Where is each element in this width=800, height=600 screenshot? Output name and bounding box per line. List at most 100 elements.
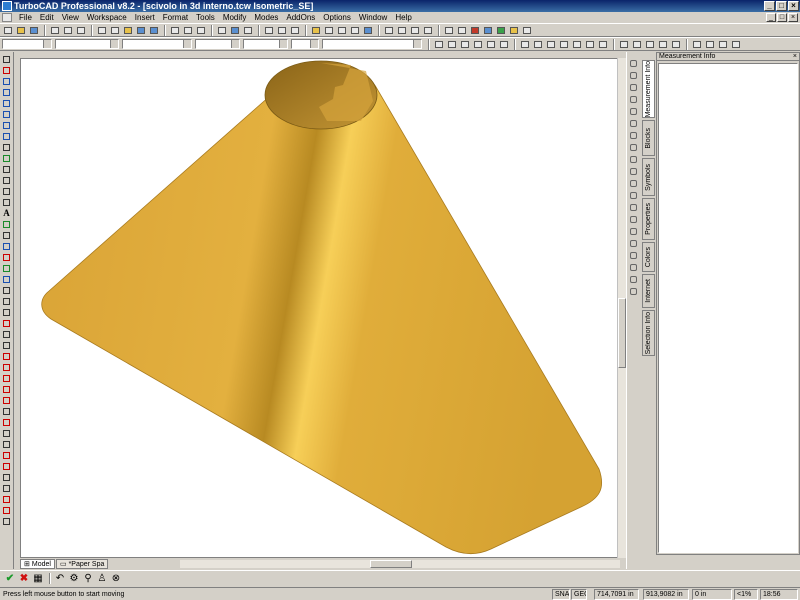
- cylinder-icon[interactable]: [459, 39, 471, 50]
- menu-addons[interactable]: AddOns: [282, 12, 319, 23]
- snap-quadrant-icon[interactable]: [1, 505, 12, 515]
- ellipse-icon[interactable]: [1, 120, 12, 130]
- snap-perpendicular-icon[interactable]: [1, 483, 12, 493]
- menu-format[interactable]: Format: [159, 12, 192, 23]
- render-icon[interactable]: [362, 25, 374, 36]
- redo-icon[interactable]: [148, 25, 160, 36]
- wedge-icon[interactable]: [498, 39, 510, 50]
- snap-endpoint-icon[interactable]: [1, 428, 12, 438]
- walker-icon[interactable]: ⚲: [82, 573, 94, 585]
- rotate-view-icon[interactable]: [629, 106, 639, 116]
- brush-dropdown[interactable]: [291, 39, 319, 49]
- finish-check-icon[interactable]: ✔: [4, 573, 16, 585]
- tab-internet[interactable]: Internet: [642, 274, 655, 308]
- stretch-icon[interactable]: [1, 406, 12, 416]
- bulb-icon[interactable]: [310, 25, 322, 36]
- menu-window[interactable]: Window: [355, 12, 391, 23]
- figure-icon[interactable]: ♙: [96, 573, 108, 585]
- horizontal-scroll-thumb[interactable]: [370, 560, 412, 568]
- redraw-icon[interactable]: [216, 25, 228, 36]
- tab-properties[interactable]: Properties: [642, 198, 655, 240]
- tab-measurement-info[interactable]: Measurement Info: [642, 60, 655, 118]
- scale-icon[interactable]: [1, 417, 12, 427]
- cone-icon[interactable]: [472, 39, 484, 50]
- union-icon[interactable]: [618, 39, 630, 50]
- subtract-icon[interactable]: [631, 39, 643, 50]
- sphere-icon[interactable]: [446, 39, 458, 50]
- tab-selection-info[interactable]: Selection Info: [642, 310, 655, 356]
- fly-icon[interactable]: [629, 142, 639, 152]
- doc-minimize-button[interactable]: _: [766, 13, 776, 22]
- sweep-icon[interactable]: [558, 39, 570, 50]
- menu-workspace[interactable]: Workspace: [83, 12, 131, 23]
- ruler-icon[interactable]: [629, 262, 639, 272]
- view-front-icon[interactable]: [629, 70, 639, 80]
- revolve-icon[interactable]: [532, 39, 544, 50]
- measure-tool-icon[interactable]: ⊗: [110, 573, 122, 585]
- chamfer-icon[interactable]: [597, 39, 609, 50]
- break-icon[interactable]: [1, 395, 12, 405]
- image-icon[interactable]: [1, 263, 12, 273]
- snap-indicator[interactable]: SNAP: [552, 589, 570, 600]
- camera-icon[interactable]: [482, 25, 494, 36]
- arc-icon[interactable]: [1, 98, 12, 108]
- drawing-canvas[interactable]: [20, 58, 620, 558]
- turbocad-app-icon[interactable]: [2, 1, 12, 11]
- pan-icon[interactable]: [456, 25, 468, 36]
- symbol-icon[interactable]: [1, 252, 12, 262]
- menu-edit[interactable]: Edit: [36, 12, 58, 23]
- meet-icon[interactable]: [1, 384, 12, 394]
- cancel-cross-icon[interactable]: ✖: [18, 573, 30, 585]
- snap-intersection-icon[interactable]: [1, 461, 12, 471]
- intersect-icon[interactable]: [644, 39, 656, 50]
- tab-blocks[interactable]: Blocks: [642, 120, 655, 156]
- offset-icon[interactable]: [1, 373, 12, 383]
- hatch-icon[interactable]: [1, 175, 12, 185]
- material-icon[interactable]: [508, 25, 520, 36]
- lock-icon[interactable]: [383, 25, 395, 36]
- zoom-previous-icon[interactable]: [629, 190, 639, 200]
- horizontal-scrollbar[interactable]: [180, 560, 620, 568]
- array-icon[interactable]: [730, 39, 742, 50]
- undo-arrow-icon[interactable]: ↶: [54, 573, 66, 585]
- workplane-icon[interactable]: [691, 39, 703, 50]
- open-icon[interactable]: [15, 25, 27, 36]
- help-icon[interactable]: [521, 25, 533, 36]
- tab-model[interactable]: ⊞ Model: [20, 559, 55, 569]
- paste-icon[interactable]: [122, 25, 134, 36]
- dimension-icon[interactable]: [1, 219, 12, 229]
- snap-grid-icon[interactable]: [1, 516, 12, 526]
- copy-object-icon[interactable]: [276, 25, 288, 36]
- fill-icon[interactable]: [1, 164, 12, 174]
- document-icon[interactable]: [2, 13, 12, 22]
- rectangle-icon[interactable]: [1, 142, 12, 152]
- doc-restore-button[interactable]: □: [777, 13, 787, 22]
- lineweight-dropdown[interactable]: [195, 39, 240, 49]
- doc-close-button[interactable]: ×: [788, 13, 798, 22]
- geo-indicator[interactable]: GEO: [571, 589, 587, 600]
- cube-icon[interactable]: [433, 39, 445, 50]
- new-icon[interactable]: [2, 25, 14, 36]
- trim-icon[interactable]: [1, 351, 12, 361]
- menu-modes[interactable]: Modes: [250, 12, 282, 23]
- linestyle-dropdown[interactable]: [122, 39, 192, 49]
- view-side-icon[interactable]: [629, 82, 639, 92]
- double-line-icon[interactable]: [1, 197, 12, 207]
- redraw-view-icon[interactable]: [629, 226, 639, 236]
- spline-icon[interactable]: [1, 87, 12, 97]
- color-dropdown[interactable]: [55, 39, 119, 49]
- menu-options[interactable]: Options: [319, 12, 355, 23]
- block-icon[interactable]: [1, 230, 12, 240]
- move-icon[interactable]: [263, 25, 275, 36]
- maximize-button[interactable]: □: [776, 1, 787, 11]
- x-coordinate-field[interactable]: 714,7091 in: [594, 589, 639, 600]
- snap-nearest-icon[interactable]: [1, 494, 12, 504]
- polygon-icon[interactable]: [1, 153, 12, 163]
- rubber-icon[interactable]: [409, 25, 421, 36]
- panel-close-icon[interactable]: ×: [793, 53, 797, 61]
- align-icon[interactable]: [704, 39, 716, 50]
- zoom-out-icon[interactable]: [182, 25, 194, 36]
- view-icon[interactable]: [229, 25, 241, 36]
- solid-icon[interactable]: [1, 307, 12, 317]
- copy-icon[interactable]: [109, 25, 121, 36]
